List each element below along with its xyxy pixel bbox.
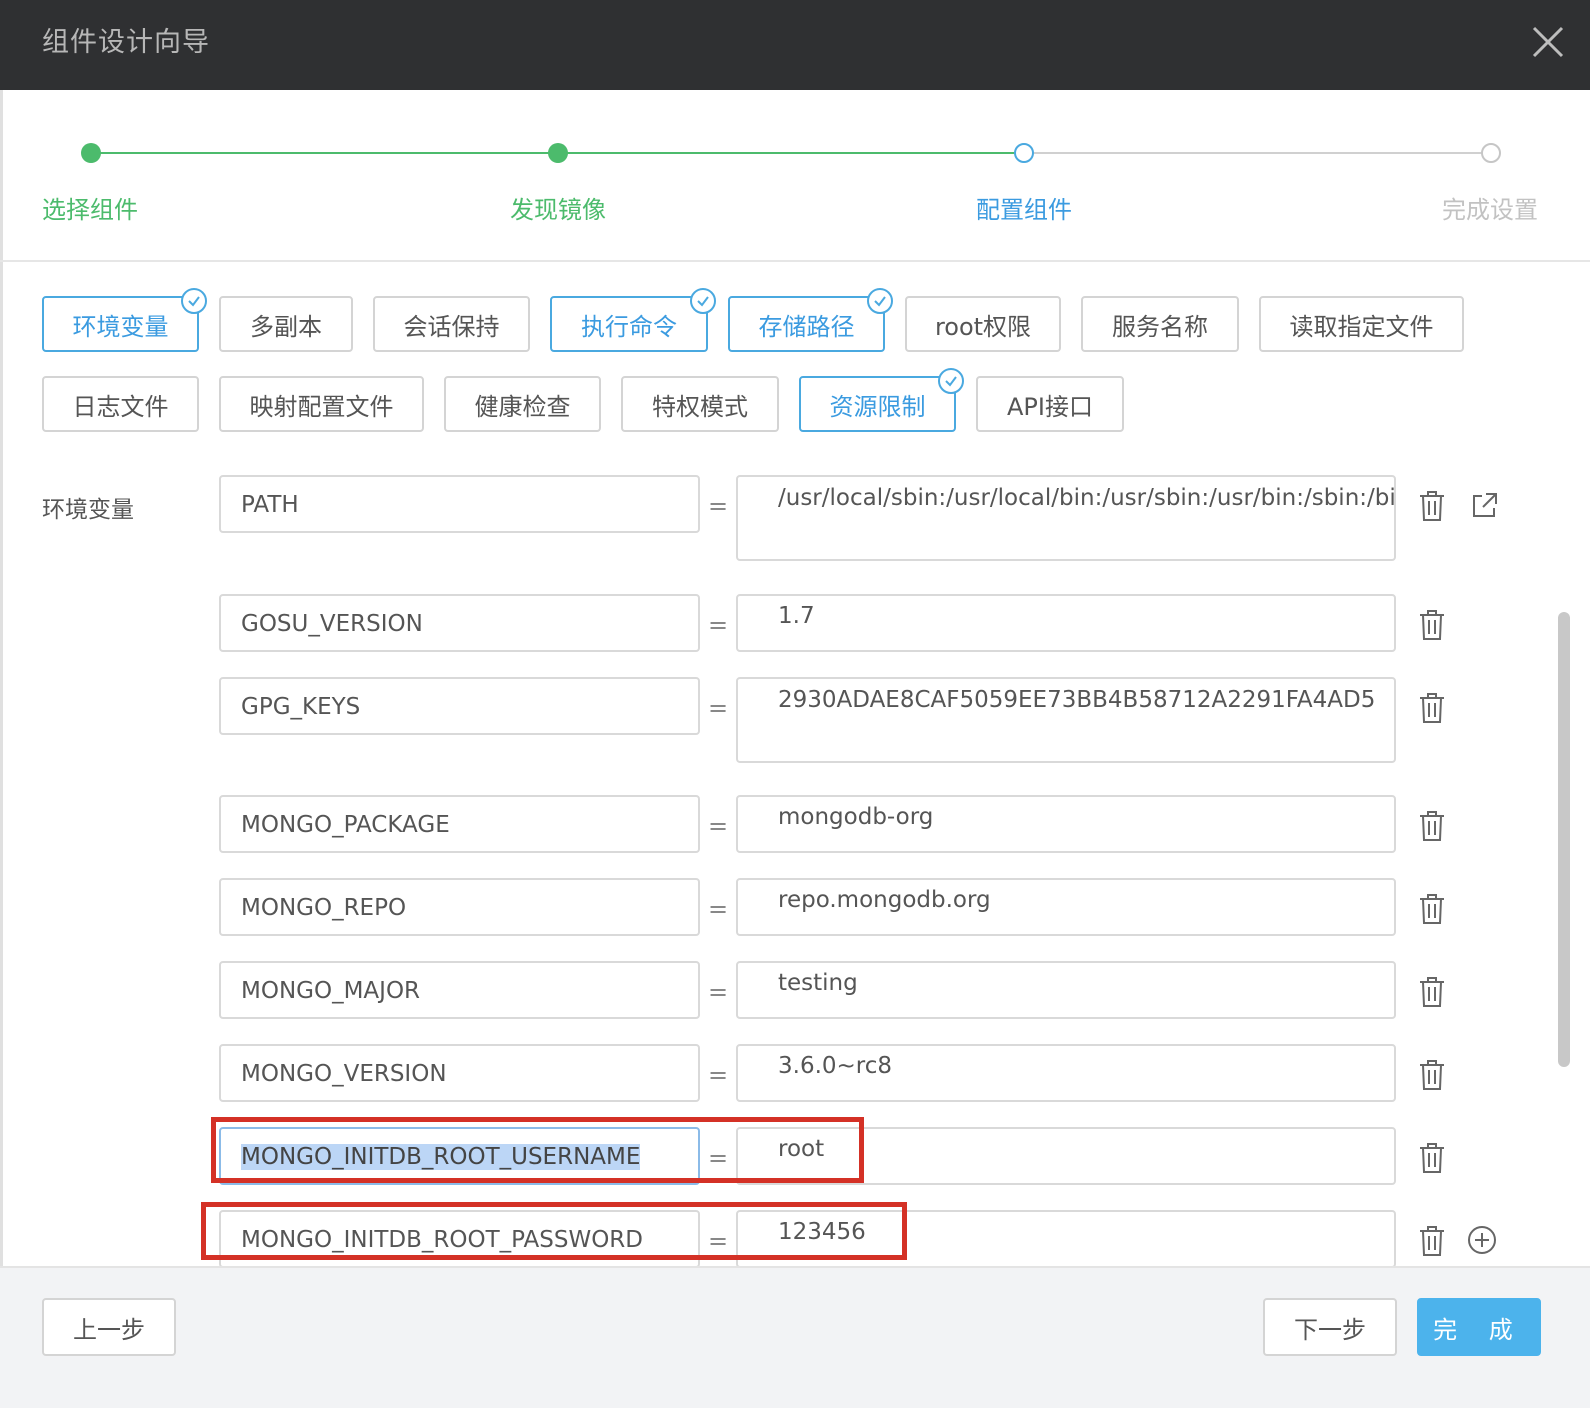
tab-api[interactable]: API接口 [976, 376, 1124, 432]
check-icon [181, 288, 207, 314]
equals-sign: = [707, 978, 729, 1006]
tab-privileged-mode[interactable]: 特权模式 [621, 376, 779, 432]
env-key-input[interactable]: GPG_KEYS [219, 677, 700, 735]
tab-read-file[interactable]: 读取指定文件 [1259, 296, 1464, 352]
check-icon [867, 288, 893, 314]
tab-label: 特权模式 [652, 392, 748, 421]
scrollbar[interactable] [1558, 612, 1570, 1067]
step-label-select-component: 选择组件 [42, 196, 138, 224]
finish-button[interactable]: 完 成 [1417, 1298, 1541, 1356]
equals-sign: = [707, 611, 729, 639]
tab-label: 服务名称 [1112, 312, 1208, 341]
env-value-input[interactable]: testing [736, 961, 1396, 1019]
trash-icon[interactable] [1417, 1141, 1447, 1175]
tab-log-file[interactable]: 日志文件 [42, 376, 199, 432]
tab-label: 映射配置文件 [249, 392, 394, 421]
env-value-input[interactable]: mongodb-org [736, 795, 1396, 853]
env-key-input[interactable]: MONGO_PACKAGE [219, 795, 700, 853]
trash-icon[interactable] [1417, 892, 1447, 926]
equals-sign: = [707, 812, 729, 840]
tab-root-permission[interactable]: root权限 [905, 296, 1061, 352]
trash-icon[interactable] [1417, 1058, 1447, 1092]
tab-service-name[interactable]: 服务名称 [1081, 296, 1239, 352]
step-dot-current [1014, 143, 1034, 163]
step-label-configure-component: 配置组件 [976, 196, 1072, 224]
step-dot-done [548, 143, 568, 163]
trash-icon[interactable] [1417, 489, 1447, 523]
equals-sign: = [707, 492, 729, 520]
env-key-input[interactable]: MONGO_MAJOR [219, 961, 700, 1019]
dialog-title: 组件设计向导 [42, 27, 210, 58]
tab-label: 多副本 [250, 312, 322, 341]
env-key-input[interactable]: PATH [219, 475, 700, 533]
next-button[interactable]: 下一步 [1263, 1298, 1397, 1356]
tab-resource-limit[interactable]: 资源限制 [799, 368, 964, 432]
equals-sign: = [707, 1061, 729, 1089]
tab-label: 日志文件 [72, 392, 169, 421]
check-icon [690, 288, 716, 314]
trash-icon[interactable] [1417, 975, 1447, 1009]
env-value-input[interactable]: /usr/local/sbin:/usr/local/bin:/usr/sbin… [736, 475, 1396, 561]
step-label-discover-image: 发现镜像 [510, 196, 606, 224]
step-connector [1024, 152, 1490, 154]
external-link-icon[interactable] [1468, 490, 1500, 522]
step-connector [558, 152, 1022, 154]
tab-storage-path[interactable]: 存储路径 [728, 288, 893, 352]
equals-sign: = [707, 895, 729, 923]
add-circle-icon[interactable] [1466, 1224, 1498, 1256]
env-value-input[interactable]: 1.7 [736, 594, 1396, 652]
config-tabs: 环境变量 多副本 会话保持 执行命令 存储路径 root权限 服务名称 读取指定… [0, 288, 1590, 456]
annotation-highlight-username [211, 1117, 864, 1183]
trash-icon[interactable] [1417, 1224, 1447, 1258]
tab-replicas[interactable]: 多副本 [219, 296, 353, 352]
env-value-input[interactable]: 3.6.0~rc8 [736, 1044, 1396, 1102]
wizard-steps: 选择组件 发现镜像 配置组件 完成设置 [0, 90, 1590, 262]
tab-mapped-config[interactable]: 映射配置文件 [219, 376, 424, 432]
tab-label: 存储路径 [758, 312, 855, 341]
env-value-input[interactable]: 2930ADAE8CAF5059EE73BB4B58712A2291FA4AD5 [736, 677, 1396, 763]
tab-session-sticky[interactable]: 会话保持 [373, 296, 530, 352]
step-connector [91, 152, 557, 154]
tab-exec-command[interactable]: 执行命令 [550, 288, 716, 352]
dialog-border [0, 90, 3, 1406]
tab-label: API接口 [1007, 392, 1093, 421]
prev-button[interactable]: 上一步 [42, 1298, 176, 1356]
step-dot-todo [1481, 143, 1501, 163]
close-icon[interactable] [1526, 20, 1570, 64]
trash-icon[interactable] [1417, 691, 1447, 725]
tab-label: 健康检查 [474, 392, 571, 421]
env-key-input[interactable]: MONGO_REPO [219, 878, 700, 936]
dialog-titlebar: 组件设计向导 [0, 0, 1590, 90]
tab-env-vars[interactable]: 环境变量 [42, 288, 207, 352]
check-icon [938, 368, 964, 394]
step-dot-done [81, 143, 101, 163]
annotation-highlight-password [201, 1202, 907, 1260]
env-section-label: 环境变量 [42, 497, 134, 523]
env-value-input[interactable]: repo.mongodb.org [736, 878, 1396, 936]
tab-label: 读取指定文件 [1289, 312, 1434, 341]
tab-health-check[interactable]: 健康检查 [444, 376, 601, 432]
tab-label: 资源限制 [829, 392, 926, 421]
tab-label: root权限 [934, 312, 1032, 341]
tab-label: 会话保持 [403, 312, 500, 341]
dialog-footer: 上一步 下一步 完 成 [0, 1266, 1590, 1408]
equals-sign: = [707, 694, 729, 722]
env-key-input[interactable]: MONGO_VERSION [219, 1044, 700, 1102]
step-label-finish-setup: 完成设置 [1442, 196, 1538, 224]
trash-icon[interactable] [1417, 608, 1447, 642]
env-key-input[interactable]: GOSU_VERSION [219, 594, 700, 652]
trash-icon[interactable] [1417, 809, 1447, 843]
tab-label: 执行命令 [581, 312, 677, 341]
tab-label: 环境变量 [72, 312, 169, 341]
